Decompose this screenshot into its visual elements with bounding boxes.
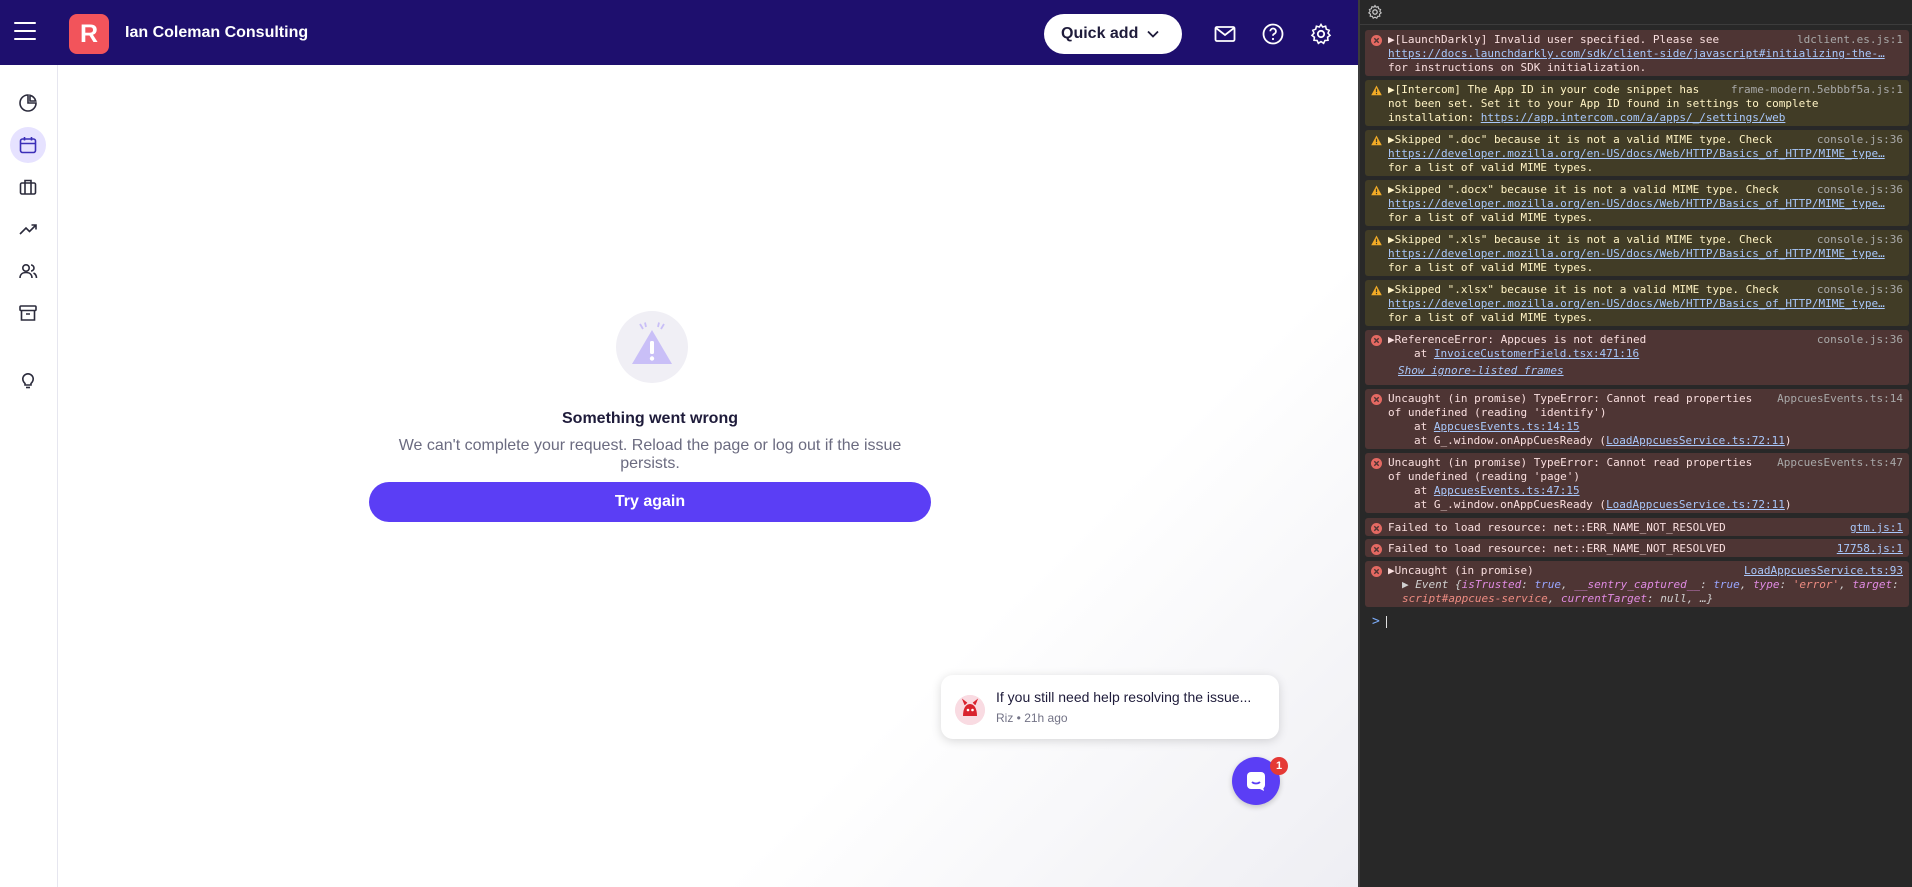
console-link[interactable]: https://developer.mozilla.org/en-US/docs… (1388, 197, 1903, 211)
console-source[interactable]: console.js:36 (1817, 233, 1903, 247)
error-description: We can't complete your request. Reload t… (398, 437, 902, 472)
lightbulb-icon (21, 373, 35, 389)
mail-icon[interactable] (1213, 22, 1237, 46)
console-message: Uncaught (in promise) TypeError: Cannot … (1365, 453, 1909, 513)
console-source[interactable]: 17758.js:1 (1837, 542, 1903, 556)
chat-icon (1247, 772, 1265, 791)
trending-up-icon (19, 224, 37, 235)
app-window: R Ian Coleman Consulting Quick add Somet… (0, 0, 1358, 887)
sidebar-item-reports[interactable] (10, 211, 46, 247)
chat-meta: Riz • 21h ago (996, 711, 1068, 725)
pie-chart-icon (19, 94, 37, 112)
show-ignore-listed-frames-link[interactable]: Show ignore-listed frames (1388, 364, 1903, 378)
quick-add-button[interactable]: Quick add (1044, 14, 1182, 54)
console-message: ▶Skipped ".docx" because it is not a val… (1365, 180, 1909, 226)
console-message: ▶ReferenceError: Appcues is not defined … (1365, 330, 1909, 385)
quick-add-label: Quick add (1061, 25, 1139, 42)
console-source[interactable]: ldclient.es.js:1 (1797, 33, 1903, 47)
sidebar-item-clients[interactable] (10, 253, 46, 289)
console-link[interactable]: https://docs.launchdarkly.com/sdk/client… (1388, 47, 1903, 61)
warning-triangle-icon (632, 322, 672, 364)
help-icon[interactable] (1261, 22, 1285, 46)
console-message: Failed to load resource: net::ERR_NAME_N… (1365, 518, 1909, 536)
console-source[interactable]: AppcuesEvents.ts:47 (1777, 456, 1903, 470)
warning-triangle-icon (1371, 135, 1382, 146)
calendar-icon (19, 137, 37, 154)
error-circle-icon (1371, 335, 1382, 346)
console-message: Failed to load resource: net::ERR_NAME_N… (1365, 539, 1909, 557)
warning-triangle-icon (1371, 285, 1382, 296)
sidebar-item-ideas[interactable] (10, 362, 46, 398)
console-source[interactable]: gtm.js:1 (1850, 521, 1903, 535)
console-link[interactable]: https://app.intercom.com/a/apps/_/settin… (1481, 111, 1786, 124)
console-link[interactable]: AppcuesEvents.ts:47:15 (1434, 484, 1580, 497)
console-source[interactable]: console.js:36 (1817, 183, 1903, 197)
console-source[interactable]: AppcuesEvents.ts:14 (1777, 392, 1903, 406)
settings-gear-icon[interactable] (1309, 22, 1333, 46)
error-circle-icon (1371, 523, 1382, 534)
sidebar-item-jobs[interactable] (10, 169, 46, 205)
archive-icon (19, 305, 37, 321)
try-again-button[interactable]: Try again (369, 482, 931, 522)
console-source[interactable]: LoadAppcuesService.ts:93 (1744, 564, 1903, 578)
prompt-chevron-icon: > (1372, 614, 1380, 629)
error-circle-icon (1371, 544, 1382, 555)
console-message: ▶Uncaught (in promise) ▶ Event {isTruste… (1365, 561, 1909, 607)
hamburger-menu-icon[interactable] (14, 22, 36, 42)
console-message: ▶Skipped ".doc" because it is not a vali… (1365, 130, 1909, 176)
error-circle-icon (1371, 458, 1382, 469)
console-message: ▶Skipped ".xlsx" because it is not a val… (1365, 280, 1909, 326)
sidebar (0, 65, 58, 887)
chat-avatar (955, 695, 985, 725)
warning-triangle-icon (1371, 185, 1382, 196)
users-icon (19, 263, 38, 279)
sidebar-item-calendar[interactable] (10, 127, 46, 163)
error-circle-icon (1371, 566, 1382, 577)
console-source[interactable]: console.js:36 (1817, 333, 1903, 347)
console-toolbar (1360, 0, 1912, 25)
chevron-down-icon (1147, 30, 1159, 38)
console-event-object-cont: script#appcues-service, currentTarget: n… (1402, 592, 1714, 605)
warning-triangle-icon (1371, 235, 1382, 246)
console-source[interactable]: frame-modern.5ebbbf5a.js:1 (1731, 83, 1903, 97)
mascot-icon (955, 695, 985, 725)
console-message: ▶Skipped ".xls" because it is not a vali… (1365, 230, 1909, 276)
console-link[interactable]: AppcuesEvents.ts:14:15 (1434, 420, 1580, 433)
console-input[interactable]: > (1372, 614, 1387, 629)
unread-badge: 1 (1270, 757, 1288, 775)
console-message: ▶[Intercom] The App ID in your code snip… (1365, 80, 1909, 126)
error-circle-icon (1371, 35, 1382, 46)
briefcase-icon (19, 179, 37, 195)
error-title: Something went wrong (562, 410, 738, 427)
app-logo[interactable]: R (69, 14, 109, 54)
console-link[interactable]: InvoiceCustomerField.tsx:471:16 (1434, 347, 1639, 360)
console-link[interactable]: LoadAppcuesService.ts:72:11 (1606, 434, 1785, 447)
sidebar-item-dashboard[interactable] (10, 85, 46, 121)
console-link[interactable]: LoadAppcuesService.ts:72:11 (1606, 498, 1785, 511)
console-source[interactable]: console.js:36 (1817, 283, 1903, 297)
sidebar-item-archive[interactable] (10, 295, 46, 331)
console-source[interactable]: console.js:36 (1817, 133, 1903, 147)
console-message: ▶[LaunchDarkly] Invalid user specified. … (1365, 30, 1909, 76)
console-link[interactable]: https://developer.mozilla.org/en-US/docs… (1388, 297, 1903, 311)
chat-notification[interactable]: If you still need help resolving the iss… (941, 675, 1279, 739)
console-message: Uncaught (in promise) TypeError: Cannot … (1365, 389, 1909, 449)
devtools-console: ▶[LaunchDarkly] Invalid user specified. … (1358, 0, 1912, 887)
error-illustration (616, 311, 688, 383)
console-event-object[interactable]: ▶ Event {isTrusted: true, __sentry_captu… (1388, 578, 1903, 592)
error-circle-icon (1371, 394, 1382, 405)
chat-message: If you still need help resolving the iss… (996, 689, 1252, 705)
console-link[interactable]: https://developer.mozilla.org/en-US/docs… (1388, 147, 1903, 161)
warning-triangle-icon (1371, 85, 1382, 96)
organization-name: Ian Coleman Consulting (125, 24, 309, 41)
console-settings-gear-icon[interactable] (1367, 4, 1383, 20)
main-content (58, 65, 1358, 887)
top-navbar: R Ian Coleman Consulting Quick add (0, 0, 1358, 65)
console-link[interactable]: https://developer.mozilla.org/en-US/docs… (1388, 247, 1903, 261)
